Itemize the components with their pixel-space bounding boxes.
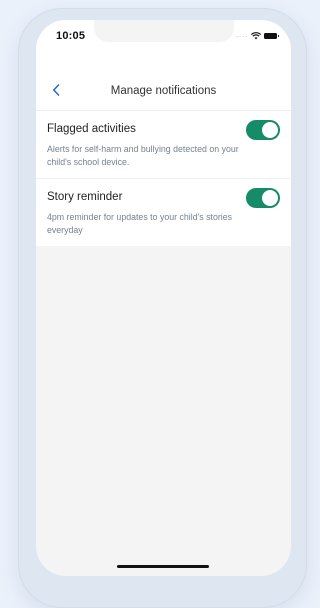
phone-screen: 10:05 .... Manage notifications Flagged … xyxy=(36,20,291,576)
status-icons: .... xyxy=(236,31,279,41)
home-indicator xyxy=(117,565,209,568)
toggle-knob xyxy=(262,122,278,138)
setting-row-flagged-activities: Flagged activities Alerts for self-harm … xyxy=(36,111,291,179)
toggle-knob xyxy=(262,190,278,206)
setting-description: 4pm reminder for updates to your child's… xyxy=(47,212,233,235)
nav-bar: Manage notifications xyxy=(36,50,291,111)
status-time: 10:05 xyxy=(56,30,86,42)
page-title: Manage notifications xyxy=(110,85,217,97)
settings-list: Flagged activities Alerts for self-harm … xyxy=(36,111,291,246)
notch xyxy=(94,20,234,42)
battery-icon xyxy=(264,33,279,39)
setting-description: Alerts for self-harm and bullying detect… xyxy=(47,144,239,167)
status-bar: 10:05 .... xyxy=(36,20,291,50)
signal-dots-icon: .... xyxy=(236,32,248,39)
wifi-icon xyxy=(251,32,261,40)
story-reminder-toggle[interactable] xyxy=(246,188,280,208)
flagged-activities-toggle[interactable] xyxy=(246,120,280,140)
setting-row-story-reminder: Story reminder 4pm reminder for updates … xyxy=(36,179,291,246)
